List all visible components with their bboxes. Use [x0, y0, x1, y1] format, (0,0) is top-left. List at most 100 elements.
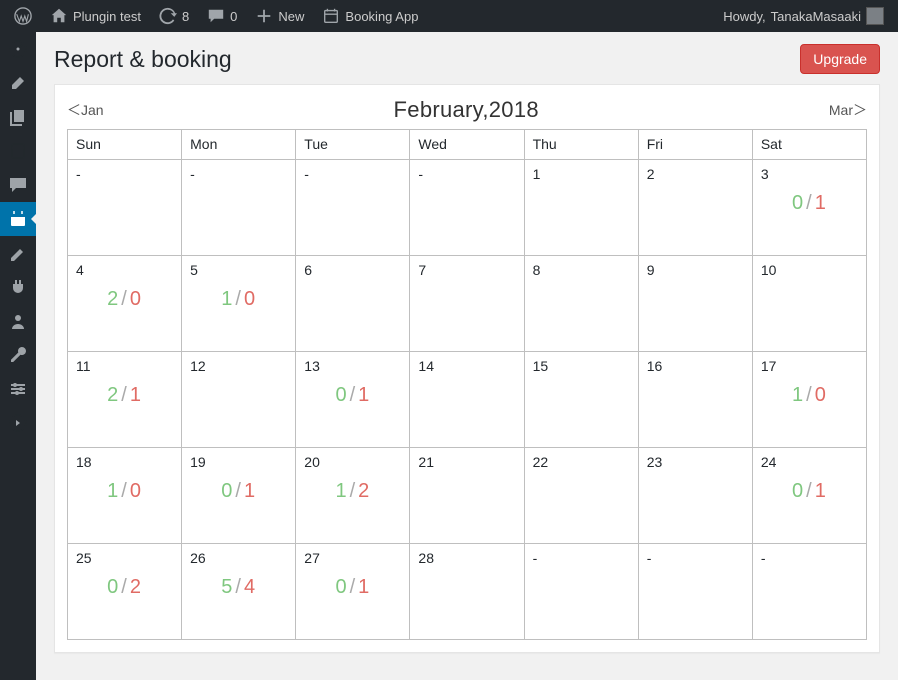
- updates-count: 8: [182, 9, 189, 24]
- calendar-cell[interactable]: -: [410, 160, 524, 256]
- calendar-cell[interactable]: 181/0: [68, 448, 182, 544]
- sidebar-item-dashboard[interactable]: [0, 32, 36, 66]
- booking-counts: 0/1: [753, 192, 866, 215]
- count-sep: /: [233, 576, 244, 598]
- count-sep: /: [804, 384, 815, 406]
- booking-counts: 0/1: [296, 384, 409, 407]
- sidebar-item-plugins[interactable]: [0, 270, 36, 304]
- count-red: 1: [358, 384, 370, 406]
- count-green: 2: [107, 384, 119, 406]
- count-sep: /: [119, 480, 130, 502]
- next-month-link[interactable]: Mar＞: [829, 100, 867, 120]
- calendar-cell[interactable]: 28: [410, 544, 524, 640]
- updates-link[interactable]: 8: [153, 0, 195, 32]
- wordpress-logo-icon[interactable]: [8, 0, 38, 32]
- calendar-cell[interactable]: 12: [182, 352, 296, 448]
- count-red: 1: [130, 384, 142, 406]
- sidebar-item-pages[interactable]: [0, 134, 36, 168]
- calendar-cell[interactable]: 250/2: [68, 544, 182, 640]
- my-account-link[interactable]: Howdy, TanakaMasaaki: [717, 0, 890, 32]
- booking-app-link[interactable]: Booking App: [316, 0, 424, 32]
- user-name: TanakaMasaaki: [771, 9, 861, 24]
- date-label: -: [418, 166, 515, 182]
- count-sep: /: [348, 576, 359, 598]
- count-red: 1: [358, 576, 370, 598]
- booking-counts: 0/1: [182, 480, 295, 503]
- booking-counts: 1/2: [296, 480, 409, 503]
- prev-month-link[interactable]: ＜Jan: [67, 100, 104, 120]
- calendar-cell[interactable]: 2: [638, 160, 752, 256]
- new-content-link[interactable]: New: [249, 0, 310, 32]
- calendar-cell[interactable]: 19 0/1: [182, 448, 296, 544]
- date-label: 13: [304, 358, 401, 374]
- calendar-cell[interactable]: 9: [638, 256, 752, 352]
- calendar-cell[interactable]: -: [182, 160, 296, 256]
- calendar-cell[interactable]: 23: [638, 448, 752, 544]
- date-label: 23: [647, 454, 744, 470]
- calendar-cell[interactable]: 13 0/1: [296, 352, 410, 448]
- sidebar-item-tools[interactable]: [0, 338, 36, 372]
- avatar: [866, 7, 884, 25]
- sidebar-item-users[interactable]: [0, 304, 36, 338]
- booking-counts: 0/1: [753, 480, 866, 503]
- calendar-cell[interactable]: 1: [524, 160, 638, 256]
- calendar-cell[interactable]: -: [524, 544, 638, 640]
- date-label: -: [647, 550, 744, 566]
- calendar-cell[interactable]: 265/4: [182, 544, 296, 640]
- sidebar-item-media[interactable]: [0, 100, 36, 134]
- sidebar-item-comments[interactable]: [0, 168, 36, 202]
- booking-counts: 1/0: [753, 384, 866, 407]
- sidebar-item-posts[interactable]: [0, 66, 36, 100]
- calendar-cell[interactable]: 14: [410, 352, 524, 448]
- calendar-day-header: Tue: [296, 130, 410, 160]
- site-name-link[interactable]: Plungin test: [44, 0, 147, 32]
- date-label: 3: [761, 166, 858, 182]
- calendar-day-header: Sat: [752, 130, 866, 160]
- calendar-cell[interactable]: 171/0: [752, 352, 866, 448]
- calendar-day-header: Thu: [524, 130, 638, 160]
- booking-counts: 2/1: [68, 384, 181, 407]
- calendar-cell[interactable]: 11 2/1: [68, 352, 182, 448]
- upgrade-button[interactable]: Upgrade: [800, 44, 880, 74]
- calendar-cell[interactable]: 201/2: [296, 448, 410, 544]
- calendar-cell[interactable]: 3 0/1: [752, 160, 866, 256]
- count-green: 1: [221, 288, 233, 310]
- calendar-cell[interactable]: 6: [296, 256, 410, 352]
- count-green: 0: [335, 384, 347, 406]
- count-red: 4: [244, 576, 256, 598]
- count-sep: /: [233, 480, 244, 502]
- sidebar-item-collapse[interactable]: [0, 406, 36, 440]
- calendar-cell[interactable]: -: [752, 544, 866, 640]
- calendar-cell[interactable]: 10: [752, 256, 866, 352]
- comments-link[interactable]: 0: [201, 0, 243, 32]
- calendar-cell[interactable]: 21: [410, 448, 524, 544]
- calendar-cell[interactable]: 240/1: [752, 448, 866, 544]
- calendar-cell[interactable]: 7: [410, 256, 524, 352]
- calendar-cell[interactable]: -: [296, 160, 410, 256]
- calendar-cell[interactable]: 270/1: [296, 544, 410, 640]
- count-sep: /: [119, 384, 130, 406]
- date-label: -: [761, 550, 858, 566]
- sidebar-item-appearance[interactable]: [0, 236, 36, 270]
- calendar-cell[interactable]: 42/0: [68, 256, 182, 352]
- page-title: Report & booking: [54, 46, 232, 73]
- calendar-cell[interactable]: -: [638, 544, 752, 640]
- sidebar-item-settings[interactable]: [0, 372, 36, 406]
- count-red: 1: [815, 480, 827, 502]
- month-title: February,2018: [394, 97, 539, 123]
- site-name-label: Plungin test: [73, 9, 141, 24]
- calendar-cell[interactable]: 22: [524, 448, 638, 544]
- sidebar-item-booking[interactable]: [0, 202, 36, 236]
- booking-app-label: Booking App: [345, 9, 418, 24]
- calendar-cell[interactable]: 51/0: [182, 256, 296, 352]
- calendar-cell[interactable]: 16: [638, 352, 752, 448]
- date-label: -: [304, 166, 401, 182]
- date-label: 19: [190, 454, 287, 470]
- calendar-cell[interactable]: -: [68, 160, 182, 256]
- howdy-prefix: Howdy,: [723, 9, 765, 24]
- count-green: 2: [107, 288, 119, 310]
- calendar-cell[interactable]: 15: [524, 352, 638, 448]
- date-label: 11: [76, 358, 173, 374]
- calendar-cell[interactable]: 8: [524, 256, 638, 352]
- date-label: 5: [190, 262, 287, 278]
